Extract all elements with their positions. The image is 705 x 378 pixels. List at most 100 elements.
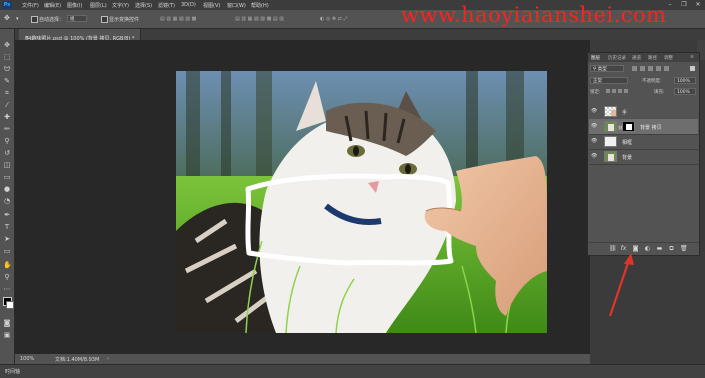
crop-tool[interactable]: ⌗ [3,89,11,97]
lock-position-icon[interactable] [618,89,622,93]
fill-field[interactable]: 100% [674,88,696,95]
tab-history[interactable]: 历史记录 [608,55,626,61]
shape-tool[interactable]: ▭ [3,247,11,255]
close-button[interactable]: ✕ [691,0,705,10]
visibility-eye-icon[interactable]: 👁 [591,109,597,114]
move-tool[interactable]: ✥ [3,41,11,49]
lock-pixels-icon[interactable] [612,89,616,93]
lock-row: 锁定: 填充: 100% [590,88,697,96]
quick-select-tool[interactable]: ✎ [3,77,11,85]
layer-mask-thumbnail[interactable] [622,121,635,132]
menu-file[interactable]: 文件(F) [22,2,39,9]
document-image[interactable] [176,71,547,333]
blend-row: 正常 不透明度: 100% [590,77,697,85]
layer-thumbnail [604,136,617,147]
new-layer-icon[interactable]: ⧉ [668,246,675,252]
screen-mode-tool[interactable]: ▣ [3,331,11,339]
menu-view[interactable]: 视图(V) [203,2,220,9]
status-chevron-icon[interactable]: › [107,356,109,362]
distribute-icons[interactable]: ▤ ▥ ▦ ▧ ▨ ▩ ▤ ▥ [235,16,284,22]
panel-menu-icon[interactable]: ≡ [690,55,694,60]
move-tool-icon[interactable]: ✥ [4,14,10,22]
fill-label: 填充: [654,90,665,95]
auto-select-label: 自动选择： [39,17,65,23]
filter-type-icon[interactable] [648,66,653,71]
history-brush-tool[interactable]: ↺ [3,149,11,157]
eraser-tool[interactable]: ◫ [3,161,11,169]
healing-brush-tool[interactable]: ✚ [3,113,11,121]
restore-button[interactable]: ❐ [677,0,691,10]
filter-shape-icon[interactable] [656,66,661,71]
search-icon: ⚲ [593,67,597,72]
menu-select[interactable]: 选择(S) [135,2,152,9]
filter-toggle-icon[interactable] [690,66,695,71]
window-controls: – ❐ ✕ [663,0,705,10]
adjustment-icon[interactable]: ◐ [644,246,651,252]
show-transform-checkbox[interactable] [101,16,108,23]
lasso-tool[interactable]: ᗢ [3,65,11,73]
layer-name: 背景 [622,155,633,161]
type-tool[interactable]: T [3,223,11,231]
layer-row-hand[interactable]: 👁 手 [589,104,698,120]
tab-channels[interactable]: 通道 [632,55,641,61]
tab-adjustments[interactable]: 调整 [664,55,673,61]
gradient-tool[interactable]: ▭ [3,173,11,181]
layer-row-frame[interactable]: 👁 相框 [589,134,698,150]
layer-name: 背景 拷贝 [640,125,662,131]
3d-mode-icons[interactable]: ◐ ◎ ✥ ⇄ ⤢ [320,16,347,22]
filter-adjustment-icon[interactable] [640,66,645,71]
brush-tool[interactable]: ✏ [3,125,11,133]
lock-all-icon[interactable] [624,89,628,93]
auto-select-dropdown[interactable]: 组 [67,15,87,22]
layer-filter-dropdown[interactable]: ⚲ 类型 [590,65,624,72]
folder-icon[interactable]: ▬ [656,246,663,252]
menu-layer[interactable]: 图层(L) [90,2,107,9]
blend-mode-dropdown[interactable]: 正常 [590,77,628,84]
dodge-tool[interactable]: ◔ [3,197,11,205]
filter-smart-icon[interactable] [664,66,669,71]
menu-3d[interactable]: 3D(D) [181,2,196,8]
zoom-tool[interactable]: ⚲ [3,273,11,281]
status-bar: 100% 文档:1.40M/8.93M › [15,354,590,364]
path-select-tool[interactable]: ➤ [3,235,11,243]
align-icons[interactable]: ▤ ▥ ▦ ▧ ▨ ▩ [160,16,196,22]
visibility-eye-icon[interactable]: 👁 [591,139,597,144]
menu-window[interactable]: 窗口(W) [227,2,246,9]
background-color-swatch[interactable] [6,301,14,309]
timeline-label[interactable]: 时间轴 [5,368,20,375]
lock-transparent-icon[interactable] [606,89,610,93]
marquee-tool[interactable]: ⬚ [3,53,11,61]
blur-tool[interactable]: ● [3,185,11,193]
timeline-panel: 时间轴 [0,364,705,378]
pen-tool[interactable]: ✒ [3,211,11,219]
document-tab[interactable]: 04趣味照片.psd @ 100% (背景 拷贝, RGB/8) * × [19,29,141,42]
zoom-level[interactable]: 100% [20,356,34,362]
chevron-down-icon[interactable]: ▾ [16,16,19,22]
visibility-eye-icon[interactable]: 👁 [591,124,597,129]
show-transform-label: 显示变换控件 [109,17,140,23]
opacity-label: 不透明度: [642,79,662,84]
tab-layers[interactable]: 图层 [591,55,600,61]
eyedropper-tool[interactable]: ⁄ [3,101,11,109]
visibility-eye-icon[interactable]: 👁 [591,154,597,159]
tab-paths[interactable]: 路径 [648,55,657,61]
layer-row-background[interactable]: 👁 背景 [589,149,698,165]
watermark-text: www.haoyiaianshei.com [401,3,667,27]
menu-type[interactable]: 文字(Y) [112,2,129,9]
hand-tool[interactable]: ✋ [3,261,12,269]
trash-icon[interactable]: 🗑 [680,246,688,252]
menu-edit[interactable]: 编辑(E) [44,2,61,9]
more-tools-icon[interactable]: ⋯ [3,285,11,293]
menu-help[interactable]: 帮助(H) [251,2,269,9]
quick-mask-tool[interactable]: ◙ [3,319,11,327]
lock-label: 锁定: [590,90,601,95]
filter-pixel-icon[interactable] [632,66,637,71]
opacity-field[interactable]: 100% [674,77,696,84]
menu-filter[interactable]: 滤镜(T) [158,2,175,9]
layer-filter-value: 类型 [597,67,607,72]
auto-select-checkbox[interactable] [31,16,38,23]
document-info[interactable]: 文档:1.40M/8.93M [55,356,99,363]
layer-row-background-copy[interactable]: 👁 ⛓ 背景 拷贝 [589,119,698,135]
menu-image[interactable]: 图像(I) [67,2,82,9]
clone-stamp-tool[interactable]: ⚲ [3,137,11,145]
